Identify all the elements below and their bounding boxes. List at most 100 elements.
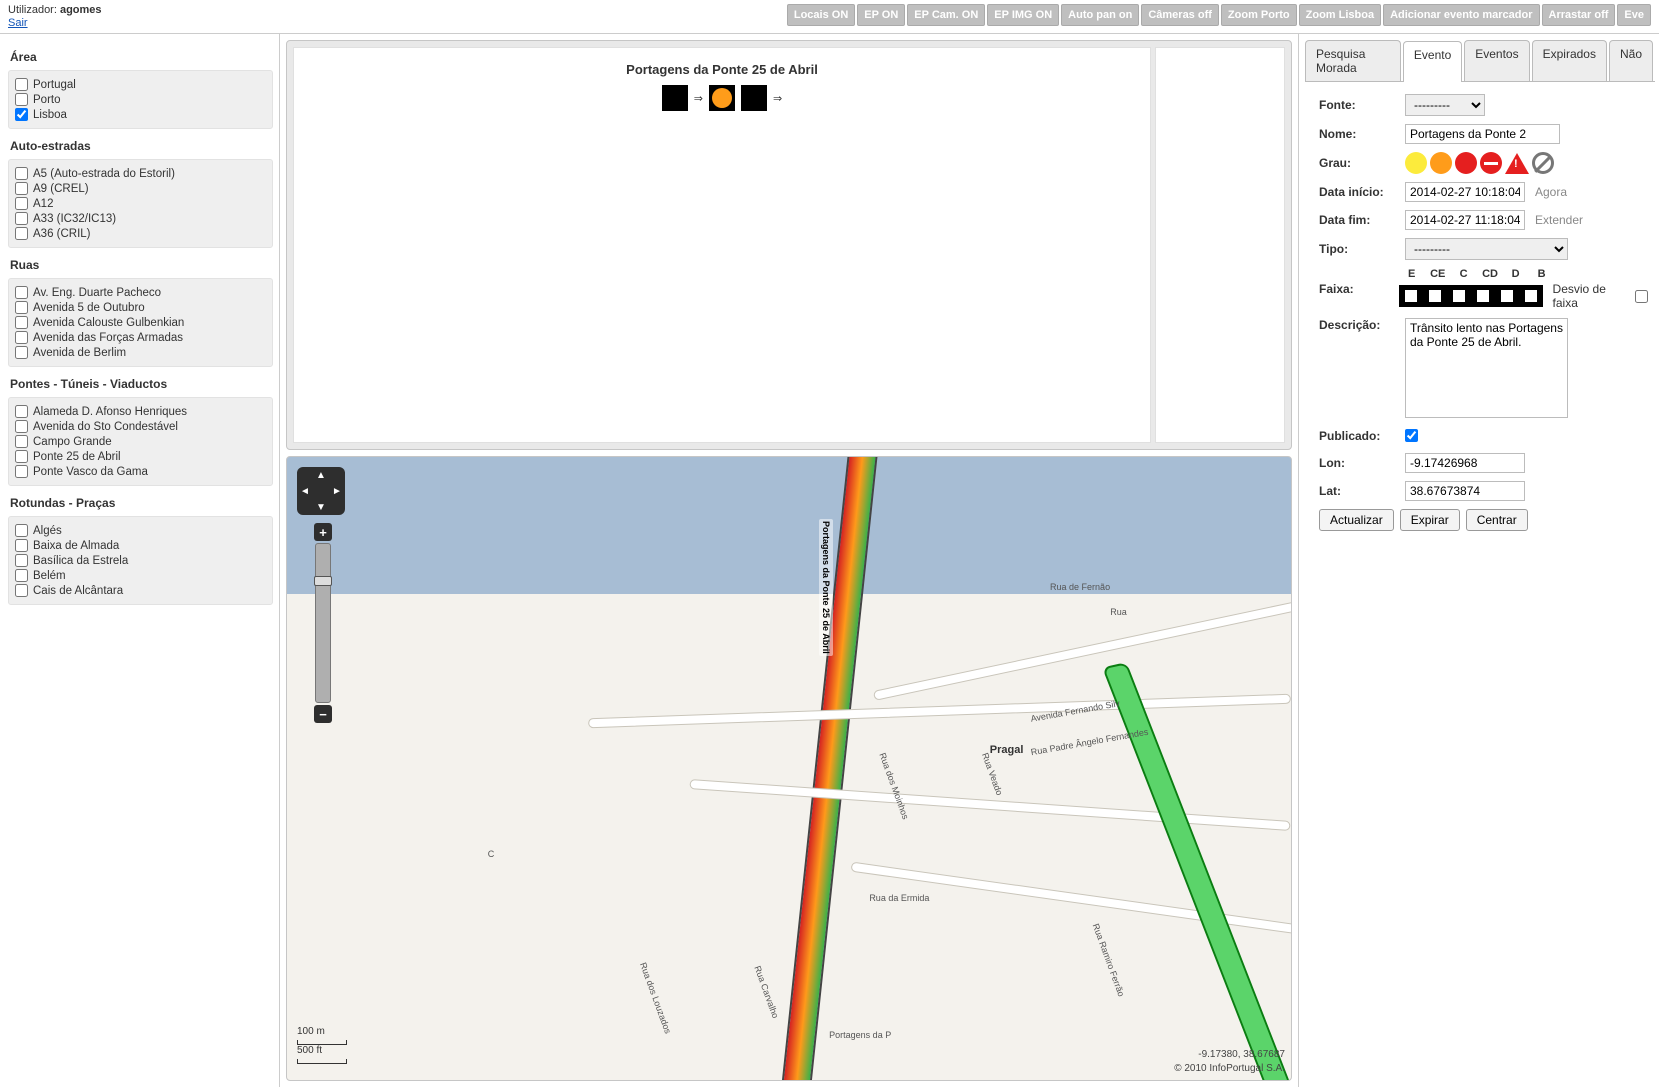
tab-eventos[interactable]: Eventos xyxy=(1464,40,1529,81)
list-item[interactable]: A36 (CRIL) xyxy=(15,226,266,241)
list-item[interactable]: Basílica da Estrela xyxy=(15,553,266,568)
toolbar-button-6[interactable]: Zoom Porto xyxy=(1221,4,1297,26)
list-item-checkbox[interactable] xyxy=(15,93,28,106)
pan-up-icon[interactable]: ▲ xyxy=(313,467,329,483)
data-inicio-input[interactable] xyxy=(1405,182,1525,202)
list-item[interactable]: Av. Eng. Duarte Pacheco xyxy=(15,285,266,300)
list-item[interactable]: Lisboa xyxy=(15,107,266,122)
actualizar-button[interactable]: Actualizar xyxy=(1319,509,1394,531)
list-item-checkbox[interactable] xyxy=(15,316,28,329)
list-item-checkbox[interactable] xyxy=(15,167,28,180)
grau-noentry-icon[interactable] xyxy=(1480,152,1502,174)
list-item-checkbox[interactable] xyxy=(15,450,28,463)
centrar-button[interactable]: Centrar xyxy=(1466,509,1528,531)
list-item-checkbox[interactable] xyxy=(15,346,28,359)
grau-red-icon[interactable] xyxy=(1455,152,1477,174)
list-item-checkbox[interactable] xyxy=(15,405,28,418)
list-item[interactable]: Porto xyxy=(15,92,266,107)
list-item[interactable]: Avenida do Sto Condestável xyxy=(15,419,266,434)
list-item[interactable]: A9 (CREL) xyxy=(15,181,266,196)
tipo-select[interactable]: --------- xyxy=(1405,238,1568,260)
grau-yellow-icon[interactable] xyxy=(1405,152,1427,174)
list-item[interactable]: Avenida Calouste Gulbenkian xyxy=(15,315,266,330)
lat-input[interactable] xyxy=(1405,481,1525,501)
toolbar-button-5[interactable]: Câmeras off xyxy=(1141,4,1219,26)
list-item[interactable]: Ponte 25 de Abril xyxy=(15,449,266,464)
faixa-e[interactable] xyxy=(1399,285,1423,307)
list-item[interactable]: Avenida das Forças Armadas xyxy=(15,330,266,345)
faixa-b[interactable] xyxy=(1519,285,1543,307)
list-item[interactable]: Belém xyxy=(15,568,266,583)
tab-evento[interactable]: Evento xyxy=(1403,41,1462,82)
extender-link[interactable]: Extender xyxy=(1535,213,1583,227)
list-item-checkbox[interactable] xyxy=(15,331,28,344)
list-item-checkbox[interactable] xyxy=(15,197,28,210)
list-item[interactable]: Algés xyxy=(15,523,266,538)
list-item-checkbox[interactable] xyxy=(15,227,28,240)
toolbar-button-3[interactable]: EP IMG ON xyxy=(987,4,1059,26)
tab-não[interactable]: Não xyxy=(1609,40,1653,81)
pan-left-icon[interactable]: ◄ xyxy=(297,483,313,499)
list-item-checkbox[interactable] xyxy=(15,554,28,567)
grau-warning-icon[interactable] xyxy=(1505,153,1529,174)
faixa-ce[interactable] xyxy=(1423,285,1447,307)
list-item[interactable]: Alameda D. Afonso Henriques xyxy=(15,404,266,419)
list-item-checkbox[interactable] xyxy=(15,539,28,552)
list-item[interactable]: Portugal xyxy=(15,77,266,92)
toolbar-button-7[interactable]: Zoom Lisboa xyxy=(1299,4,1381,26)
lon-input[interactable] xyxy=(1405,453,1525,473)
list-item-label: A33 (IC32/IC13) xyxy=(33,213,116,225)
list-item[interactable]: Ponte Vasco da Gama xyxy=(15,464,266,479)
list-item-checkbox[interactable] xyxy=(15,420,28,433)
list-item-checkbox[interactable] xyxy=(15,435,28,448)
list-item-checkbox[interactable] xyxy=(15,569,28,582)
faixa-d[interactable] xyxy=(1495,285,1519,307)
pan-down-icon[interactable]: ▼ xyxy=(313,499,329,515)
data-fim-input[interactable] xyxy=(1405,210,1525,230)
list-item-checkbox[interactable] xyxy=(15,465,28,478)
pan-right-icon[interactable]: ► xyxy=(329,483,345,499)
map[interactable]: Portagens da Ponte 25 de Abril Rua de Fe… xyxy=(286,456,1292,1081)
list-item-checkbox[interactable] xyxy=(15,524,28,537)
toolbar-button-4[interactable]: Auto pan on xyxy=(1061,4,1139,26)
faixa-c[interactable] xyxy=(1447,285,1471,307)
list-item-checkbox[interactable] xyxy=(15,286,28,299)
publicado-checkbox[interactable] xyxy=(1405,429,1418,442)
map-pan-control[interactable]: ▲ ◄ ► ▼ xyxy=(297,467,345,515)
tab-pesquisa-morada[interactable]: Pesquisa Morada xyxy=(1305,40,1401,81)
desvio-checkbox[interactable] xyxy=(1635,290,1648,303)
toolbar-button-10[interactable]: Eve xyxy=(1617,4,1651,26)
toolbar-button-8[interactable]: Adicionar evento marcador xyxy=(1383,4,1539,26)
descricao-input[interactable] xyxy=(1405,318,1568,418)
list-item-checkbox[interactable] xyxy=(15,182,28,195)
zoom-in-button[interactable]: + xyxy=(314,523,332,541)
tab-expirados[interactable]: Expirados xyxy=(1532,40,1607,81)
list-item-checkbox[interactable] xyxy=(15,212,28,225)
grau-na-icon[interactable] xyxy=(1532,152,1554,174)
toolbar-button-9[interactable]: Arrastar off xyxy=(1542,4,1616,26)
list-item-checkbox[interactable] xyxy=(15,78,28,91)
fonte-select[interactable]: --------- xyxy=(1405,94,1485,116)
zoom-out-button[interactable]: − xyxy=(314,705,332,723)
list-item[interactable]: A5 (Auto-estrada do Estoril) xyxy=(15,166,266,181)
list-item[interactable]: Campo Grande xyxy=(15,434,266,449)
list-item[interactable]: A12 xyxy=(15,196,266,211)
toolbar-button-0[interactable]: Locais ON xyxy=(787,4,855,26)
list-item-checkbox[interactable] xyxy=(15,301,28,314)
list-item-checkbox[interactable] xyxy=(15,584,28,597)
list-item-checkbox[interactable] xyxy=(15,108,28,121)
logout-link[interactable]: Sair xyxy=(8,17,102,29)
faixa-cd[interactable] xyxy=(1471,285,1495,307)
expirar-button[interactable]: Expirar xyxy=(1400,509,1460,531)
list-item[interactable]: A33 (IC32/IC13) xyxy=(15,211,266,226)
agora-link[interactable]: Agora xyxy=(1535,185,1567,199)
list-item[interactable]: Baixa de Almada xyxy=(15,538,266,553)
list-item[interactable]: Cais de Alcântara xyxy=(15,583,266,598)
toolbar-button-2[interactable]: EP Cam. ON xyxy=(907,4,985,26)
zoom-slider[interactable] xyxy=(315,543,331,703)
toolbar-button-1[interactable]: EP ON xyxy=(857,4,905,26)
grau-orange-icon[interactable] xyxy=(1430,152,1452,174)
nome-input[interactable] xyxy=(1405,124,1560,144)
list-item[interactable]: Avenida 5 de Outubro xyxy=(15,300,266,315)
list-item[interactable]: Avenida de Berlim xyxy=(15,345,266,360)
